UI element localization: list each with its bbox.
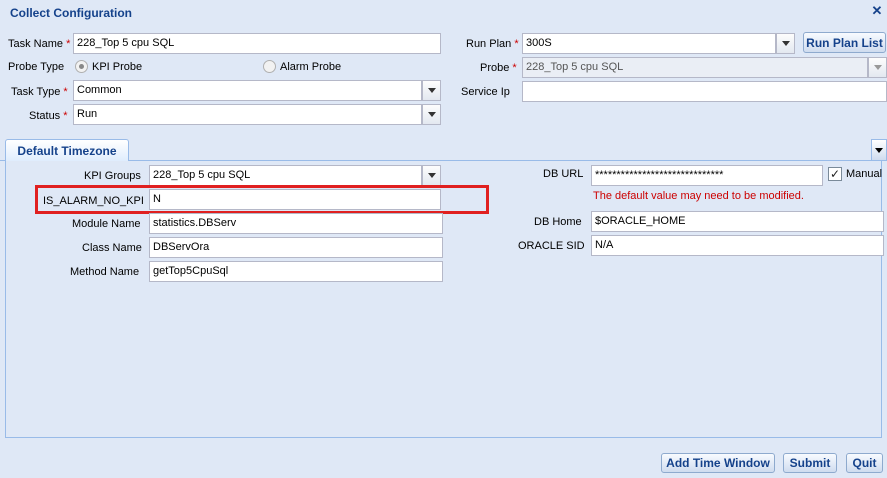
- manual-label: Manual: [846, 168, 883, 180]
- chevron-down-icon: [868, 57, 887, 78]
- alarm-probe-label: Alarm Probe: [280, 61, 342, 73]
- kpi-groups-label: KPI Groups: [84, 170, 141, 182]
- highlight-box: [35, 185, 489, 214]
- db-url-label: DB URL: [543, 168, 584, 180]
- chevron-down-icon[interactable]: [776, 33, 795, 54]
- status-value[interactable]: Run: [73, 104, 422, 125]
- probe-label: Probe *: [480, 62, 517, 74]
- alarm-probe-radio[interactable]: [263, 60, 276, 73]
- service-ip-input[interactable]: [522, 81, 887, 102]
- db-url-warning: The default value may need to be modifie…: [593, 190, 804, 202]
- run-plan-select[interactable]: 300S: [522, 33, 795, 54]
- kpi-probe-radio[interactable]: [75, 60, 88, 73]
- method-name-input[interactable]: getTop5CpuSql: [149, 261, 443, 282]
- class-name-input[interactable]: DBServOra: [149, 237, 443, 258]
- add-time-window-button[interactable]: Add Time Window: [661, 453, 775, 473]
- oracle-sid-label: ORACLE SID: [518, 240, 585, 252]
- tab-menu-chevron-icon[interactable]: [871, 139, 887, 161]
- task-type-label: Task Type *: [11, 86, 68, 98]
- probe-type-label: Probe Type: [8, 61, 65, 73]
- required-icon: *: [63, 110, 68, 122]
- manual-checkbox[interactable]: ✓: [828, 167, 842, 181]
- tab-default-timezone[interactable]: Default Timezone: [5, 139, 129, 162]
- tab-strip: [0, 137, 887, 161]
- probe-select: 228_Top 5 cpu SQL: [522, 57, 887, 78]
- db-home-input[interactable]: $ORACLE_HOME: [591, 211, 884, 232]
- db-url-input[interactable]: ******************************: [591, 165, 823, 186]
- task-type-value[interactable]: Common: [73, 80, 422, 101]
- probe-value: 228_Top 5 cpu SQL: [522, 57, 868, 78]
- class-name-label: Class Name: [82, 242, 142, 254]
- db-home-label: DB Home: [534, 216, 582, 228]
- required-icon: *: [512, 62, 517, 74]
- service-ip-label: Service Ip: [461, 86, 510, 98]
- kpi-groups-value[interactable]: 228_Top 5 cpu SQL: [149, 165, 422, 186]
- run-plan-value[interactable]: 300S: [522, 33, 776, 54]
- quit-button[interactable]: Quit: [846, 453, 883, 473]
- module-name-label: Module Name: [72, 218, 141, 230]
- run-plan-label: Run Plan *: [466, 38, 519, 50]
- status-select[interactable]: Run: [73, 104, 441, 125]
- chevron-down-icon[interactable]: [422, 80, 441, 101]
- required-icon: *: [66, 38, 71, 50]
- required-icon: *: [63, 86, 68, 98]
- submit-button[interactable]: Submit: [783, 453, 837, 473]
- task-type-select[interactable]: Common: [73, 80, 441, 101]
- run-plan-list-button[interactable]: Run Plan List: [803, 32, 886, 53]
- task-name-input[interactable]: 228_Top 5 cpu SQL: [73, 33, 441, 54]
- status-label: Status *: [29, 110, 68, 122]
- oracle-sid-input[interactable]: N/A: [591, 235, 884, 256]
- close-icon[interactable]: ✕: [871, 4, 883, 18]
- module-name-input[interactable]: statistics.DBServ: [149, 213, 443, 234]
- chevron-down-icon[interactable]: [422, 165, 441, 186]
- dialog-title: Collect Configuration: [10, 6, 132, 20]
- kpi-groups-select[interactable]: 228_Top 5 cpu SQL: [149, 165, 441, 186]
- required-icon: *: [514, 38, 519, 50]
- task-name-label: Task Name *: [8, 38, 71, 50]
- kpi-probe-label: KPI Probe: [92, 61, 143, 73]
- method-name-label: Method Name: [70, 266, 140, 278]
- chevron-down-icon[interactable]: [422, 104, 441, 125]
